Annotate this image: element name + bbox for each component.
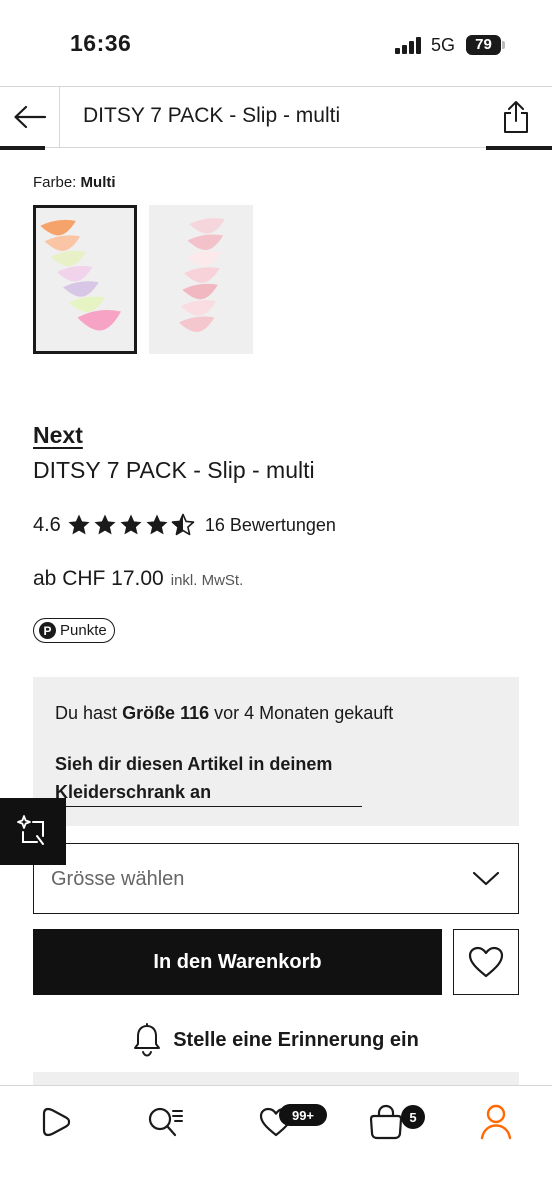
rating-row[interactable]: 4.6 16 Bewertungen <box>33 511 336 539</box>
price: ab CHF 17.00 <box>33 567 164 590</box>
star-icon <box>120 514 142 535</box>
size-select[interactable]: Grösse wählen <box>33 843 519 914</box>
rating-stars <box>67 513 195 537</box>
color-thumbnail[interactable] <box>149 205 253 354</box>
status-bar: 16:36 5G 79 <box>0 0 552 86</box>
star-icon <box>94 514 116 535</box>
purchase-history-box: Du hast Größe 116 vor 4 Monaten gekauft … <box>33 677 519 826</box>
battery-cap <box>502 41 505 49</box>
bag-icon <box>369 1104 403 1140</box>
status-time: 16:36 <box>70 30 132 56</box>
next-section-peek <box>33 1072 519 1086</box>
product-name: DITSY 7 PACK - Slip - multi <box>33 457 315 483</box>
star-icon <box>146 514 168 535</box>
bottom-tab-bar: 99+ 5 <box>0 1085 552 1200</box>
nav-indicator-right <box>486 146 552 150</box>
product-image <box>40 219 121 331</box>
floating-ai-button[interactable] <box>0 798 66 865</box>
bag-badge: 5 <box>401 1105 425 1129</box>
top-nav: DITSY 7 PACK - Slip - multi <box>0 86 552 148</box>
battery-icon: 79 <box>466 35 501 55</box>
tab-search[interactable] <box>136 1100 196 1144</box>
wardrobe-link[interactable]: Sieh dir diesen Artikel in deinem Kleide… <box>55 750 362 807</box>
back-button[interactable] <box>0 87 60 147</box>
purchase-prefix: Du hast <box>55 703 118 723</box>
points-label: Punkte <box>60 622 107 639</box>
color-thumbnail-selected[interactable] <box>33 205 137 354</box>
search-icon <box>148 1107 183 1137</box>
purchase-suffix: vor 4 Monaten gekauft <box>214 703 394 723</box>
reminder-button[interactable]: Stelle eine Erinnerung ein <box>0 1022 552 1058</box>
color-value: Multi <box>80 174 116 191</box>
chevron-down-icon <box>472 871 500 886</box>
user-icon <box>480 1104 512 1140</box>
points-icon: P <box>39 622 56 639</box>
price-row: ab CHF 17.00 inkl. MwSt. <box>33 567 243 591</box>
points-badge[interactable]: P Punkte <box>33 618 115 643</box>
purchase-info: Du hast Größe 116 vor 4 Monaten gekauft <box>55 703 393 724</box>
network-type: 5G <box>431 35 456 55</box>
signal-icon <box>395 37 423 54</box>
nav-indicator-left <box>0 146 45 150</box>
star-half-icon <box>171 513 195 536</box>
rating-value: 4.6 <box>33 513 61 536</box>
share-icon <box>504 101 528 133</box>
tab-home[interactable] <box>26 1100 86 1144</box>
color-label: Farbe: Multi <box>33 174 116 191</box>
product-image <box>178 218 225 332</box>
wishlist-badge: 99+ <box>279 1104 327 1126</box>
review-count: 16 Bewertungen <box>204 514 336 535</box>
bell-icon <box>134 1023 161 1057</box>
tab-account[interactable] <box>466 1100 526 1144</box>
color-label-text: Farbe: <box>33 174 77 191</box>
add-to-cart-button[interactable]: In den Warenkorb <box>33 929 442 995</box>
reminder-label: Stelle eine Erinnerung ein <box>173 1028 419 1051</box>
arrow-left-icon <box>13 105 46 129</box>
brand-link[interactable]: Next <box>33 422 83 449</box>
heart-icon <box>468 946 504 978</box>
wishlist-button[interactable] <box>453 929 519 995</box>
vat-note: inkl. MwSt. <box>170 572 244 589</box>
star-icon <box>68 514 90 535</box>
size-placeholder: Grösse wählen <box>51 868 185 890</box>
sparkle-crop-icon <box>17 814 44 845</box>
purchased-size: Größe 116 <box>122 703 210 723</box>
play-icon <box>42 1107 71 1137</box>
page-title: DITSY 7 PACK - Slip - multi <box>83 104 341 127</box>
share-button[interactable] <box>494 95 538 139</box>
